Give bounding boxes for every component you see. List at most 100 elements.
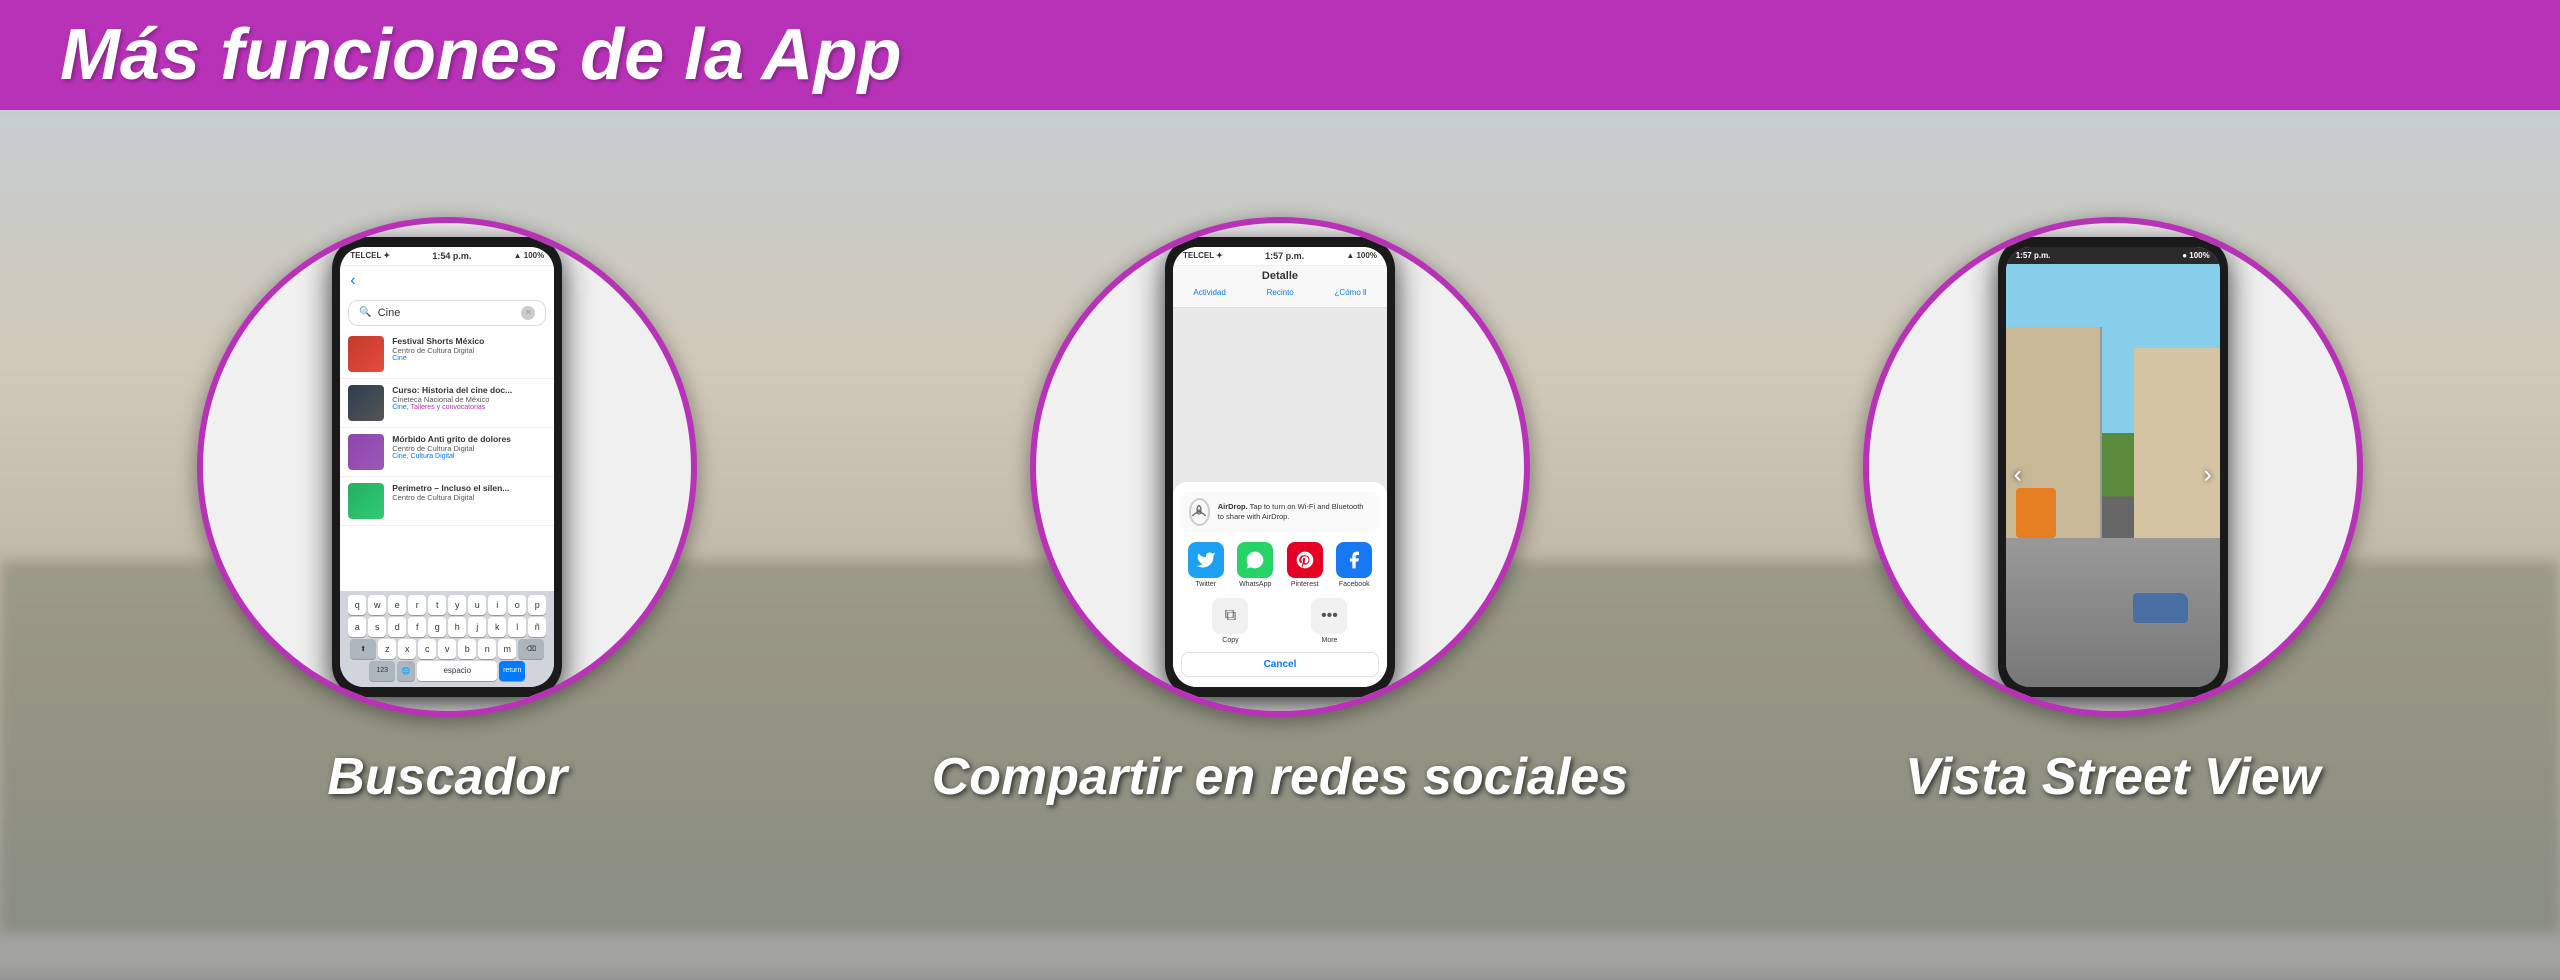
result-item-2[interactable]: Curso: Historia del cine doc... Cineteca… [340,379,554,428]
tab-como[interactable]: ¿Cómo ll [1329,286,1373,299]
copy-label: Copy [1222,637,1238,644]
buscador-label: Buscador [327,747,567,807]
kb-t[interactable]: t [428,595,446,615]
keyboard: q w e r t y u i o p a [340,591,554,687]
result-item-3[interactable]: Mórbido Anti grito de dolores Centro de … [340,428,554,477]
kb-l[interactable]: l [508,617,526,637]
share-sheet: AirDrop. Tap to turn on Wi-Fi and Blueto… [1173,482,1387,687]
search-icon: 🔍 [359,307,371,318]
result-item-1[interactable]: Festival Shorts México Centro de Cultura… [340,330,554,379]
buscador-circle: TELCEL ✦ 1:54 p.m. ▲ 100% ‹ 🔍 Cine ✕ [197,217,697,717]
sv-nav-left-button[interactable]: ‹ [2014,461,2022,489]
result-thumb-1 [348,336,384,372]
kb-123[interactable]: 123 [369,661,395,681]
result-title-1: Festival Shorts México [392,336,546,346]
result-title-3: Mórbido Anti grito de dolores [392,434,546,444]
sv-nav-right-button[interactable]: › [2204,461,2212,489]
result-tag-3: Cine, Cultura Digital [392,453,546,460]
kb-y[interactable]: y [448,595,466,615]
kb-i[interactable]: i [488,595,506,615]
kb-z[interactable]: z [378,639,396,659]
app-item-twitter[interactable]: Twitter [1188,542,1224,588]
whatsapp-label: WhatsApp [1239,581,1271,588]
search-clear-button[interactable]: ✕ [521,306,535,320]
kb-space[interactable]: espacio [417,661,497,681]
app-icons-row: Twitter WhatsApp [1181,542,1379,588]
kb-p[interactable]: p [528,595,546,615]
result-info-1: Festival Shorts México Centro de Cultura… [392,336,546,362]
time-3: 1:57 p.m. [2016,251,2051,260]
kb-emoji[interactable]: 🌐 [397,661,415,681]
kb-d[interactable]: d [388,617,406,637]
result-thumb-4 [348,483,384,519]
kb-q[interactable]: q [348,595,366,615]
sv-building-right [2134,348,2220,538]
airdrop-title: AirDrop. [1218,502,1248,511]
pinterest-label: Pinterest [1291,581,1319,588]
twitter-label: Twitter [1195,581,1216,588]
kb-s[interactable]: s [368,617,386,637]
kb-e[interactable]: e [388,595,406,615]
kb-delete[interactable]: ⌫ [518,639,544,659]
kb-v[interactable]: v [438,639,456,659]
twitter-icon [1188,542,1224,578]
section-streetview: 1:57 p.m. ● 100% ‹ › [1863,217,2363,807]
more-item[interactable]: ••• More [1311,598,1347,644]
app-item-pinterest[interactable]: Pinterest [1287,542,1323,588]
result-sub-4: Centro de Cultura Digital [392,493,546,502]
copy-item[interactable]: ⧉ Copy [1212,598,1248,644]
kb-m[interactable]: m [498,639,516,659]
kb-o[interactable]: o [508,595,526,615]
back-button[interactable]: ‹ [340,266,554,296]
streetview-screen: 1:57 p.m. ● 100% ‹ › [2006,247,2220,687]
page-title: Más funciones de la App [60,14,901,96]
streetview-label: Vista Street View [1905,747,2320,807]
kb-h[interactable]: h [448,617,466,637]
result-tag-2a: Cine, [392,404,408,411]
kb-w[interactable]: w [368,595,386,615]
result-sub-1: Centro de Cultura Digital [392,346,546,355]
airdrop-row[interactable]: AirDrop. Tap to turn on Wi-Fi and Blueto… [1181,492,1379,532]
status-bar-1: TELCEL ✦ 1:54 p.m. ▲ 100% [340,247,554,266]
kb-x[interactable]: x [398,639,416,659]
kb-r[interactable]: r [408,595,426,615]
buscador-screen: TELCEL ✦ 1:54 p.m. ▲ 100% ‹ 🔍 Cine ✕ [340,247,554,687]
detail-header: Detalle Actividad Recinto ¿Cómo ll [1173,266,1387,308]
app-item-whatsapp[interactable]: WhatsApp [1237,542,1273,588]
battery-2: ▲ 100% [1346,251,1377,260]
kb-ñ[interactable]: ñ [528,617,546,637]
kb-a[interactable]: a [348,617,366,637]
kb-b[interactable]: b [458,639,476,659]
tab-actividad[interactable]: Actividad [1187,286,1231,299]
result-item-4[interactable]: Perímetro – Incluso el silen... Centro d… [340,477,554,526]
kb-u[interactable]: u [468,595,486,615]
time-2: 1:57 p.m. [1265,251,1304,261]
kb-j[interactable]: j [468,617,486,637]
kb-return[interactable]: return [499,661,525,681]
result-thumb-3 [348,434,384,470]
cancel-button[interactable]: Cancel [1181,652,1379,677]
result-title-2: Curso: Historia del cine doc... [392,385,546,395]
result-info-4: Perímetro – Incluso el silen... Centro d… [392,483,546,502]
kb-g[interactable]: g [428,617,446,637]
time-1: 1:54 p.m. [432,251,471,261]
header: Más funciones de la App [0,0,2560,110]
detail-content: AirDrop. Tap to turn on Wi-Fi and Blueto… [1173,308,1387,687]
kb-shift[interactable]: ⬆ [350,639,376,659]
app-item-facebook[interactable]: Facebook [1336,542,1372,588]
kb-n[interactable]: n [478,639,496,659]
kb-f[interactable]: f [408,617,426,637]
kb-k[interactable]: k [488,617,506,637]
battery-1: ▲ 100% [514,251,545,260]
whatsapp-icon [1237,542,1273,578]
detail-title: Detalle [1173,270,1387,282]
kb-c[interactable]: c [418,639,436,659]
copy-row: ⧉ Copy ••• More [1181,598,1379,644]
airdrop-icon [1189,498,1210,526]
search-bar[interactable]: 🔍 Cine ✕ [348,300,546,326]
tab-recinto[interactable]: Recinto [1261,286,1300,299]
sv-orange-sign [2016,488,2056,538]
search-query: Cine [378,307,516,319]
buscador-phone: TELCEL ✦ 1:54 p.m. ▲ 100% ‹ 🔍 Cine ✕ [332,237,562,697]
sv-car [2133,593,2188,623]
